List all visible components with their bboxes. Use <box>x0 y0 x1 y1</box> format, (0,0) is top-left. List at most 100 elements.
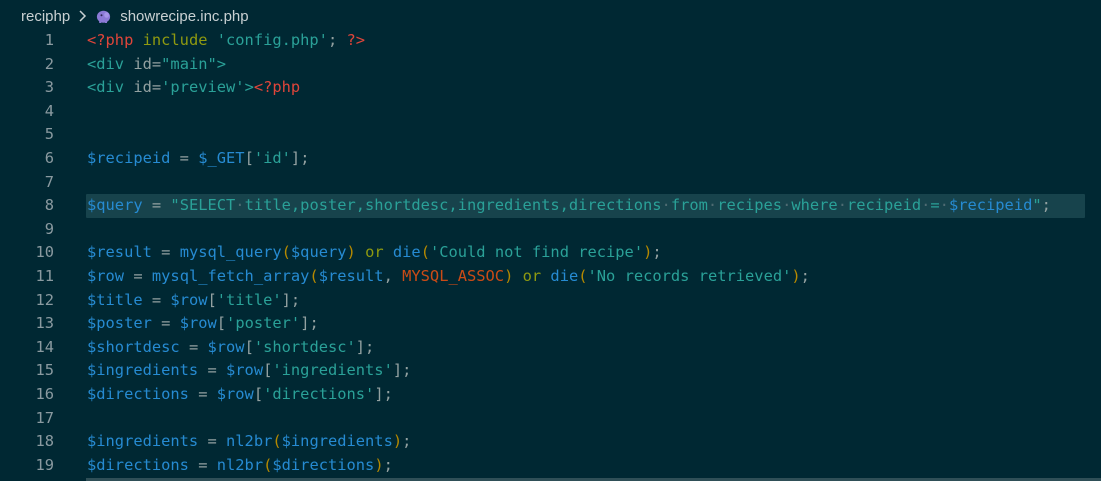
code-token: die <box>550 267 579 285</box>
code-token: ; <box>327 31 347 49</box>
code-token: recipeid <box>846 196 922 215</box>
code-token: = <box>198 432 227 451</box>
code-token: mysql_fetch_array <box>151 267 310 285</box>
code-line[interactable]: 3 <div id='preview'><?php <box>0 76 1101 100</box>
code-token: ) <box>374 455 384 474</box>
code-token: ( <box>281 243 291 262</box>
code-text: $directions = nl2br($directions); <box>87 454 393 478</box>
code-token: · <box>921 196 931 215</box>
code-line[interactable]: 7 <box>0 171 1101 195</box>
code-token: " <box>1032 196 1042 215</box>
code-text: $poster = $row['poster']; <box>87 312 319 336</box>
code-line[interactable]: 5 <box>0 123 1101 147</box>
code-line[interactable]: 12 $title = $row['title']; <box>0 289 1101 313</box>
code-line[interactable]: 15 $ingredients = $row['ingredients']; <box>0 359 1101 383</box>
code-token: 'No records retrieved' <box>587 267 792 285</box>
code-line[interactable]: 8 $query = "SELECT·title,poster,shortdesc… <box>0 194 1101 218</box>
code-token: = <box>198 361 227 380</box>
code-token: $recipeid <box>87 149 171 167</box>
chevron-right-icon <box>78 10 88 22</box>
code-token: = <box>151 243 180 262</box>
code-token: ; <box>1041 196 1051 215</box>
code-line[interactable]: 11 $row = mysql_fetch_array($result, MYSQ… <box>0 265 1101 289</box>
line-number: 5 <box>44 125 54 144</box>
code-text: <div id='preview'><?php <box>87 76 300 100</box>
line-number: 13 <box>35 314 54 333</box>
code-token: 'shortdesc' <box>253 337 356 356</box>
code-token: $recipeid <box>948 196 1033 215</box>
line-number: 12 <box>35 290 54 309</box>
code-token: = <box>124 267 152 285</box>
code-token: ( <box>578 267 588 285</box>
code-token: $row <box>207 337 245 356</box>
code-line[interactable]: 17 <box>0 407 1101 431</box>
code-token: [ <box>263 361 273 380</box>
code-token: title,poster,shortdesc,ingredients,direc… <box>244 196 662 215</box>
code-text: $query = "SELECT·title,poster,shortdesc,… <box>87 194 1051 218</box>
code-line[interactable]: 16 $directions = $row['directions']; <box>0 383 1101 407</box>
line-number: 8 <box>44 196 54 215</box>
code-token: = <box>142 290 171 309</box>
code-text: $title = $row['title']; <box>87 289 300 313</box>
code-line[interactable]: 1 <?php include 'config.php'; ?> <box>0 29 1101 53</box>
code-line[interactable]: 18 $ingredients = nl2br($ingredients); <box>0 430 1101 454</box>
breadcrumb: reciphp showrecipe.inc.php <box>0 0 1101 32</box>
code-text: $ingredients = $row['ingredients']; <box>87 359 411 383</box>
code-line[interactable]: 10 $result = mysql_query($query) or die('… <box>0 241 1101 265</box>
code-token: $ingredients <box>87 432 199 451</box>
code-token: <?php <box>253 78 301 97</box>
code-token: "main" <box>161 54 217 73</box>
code-token: <?php <box>87 31 134 49</box>
code-token: ]; <box>290 149 310 167</box>
code-token: = <box>188 385 217 403</box>
line-number: 16 <box>35 385 54 403</box>
code-line[interactable]: 9 <box>0 218 1101 242</box>
code-token: $row <box>226 361 264 380</box>
code-token: $ingredients <box>281 432 393 451</box>
code-token: · <box>939 196 949 215</box>
code-token: $ingredients <box>87 361 199 380</box>
code-token: [ <box>253 385 264 403</box>
code-line[interactable]: 2 <div id="main"> <box>0 53 1101 77</box>
breadcrumb-file[interactable]: showrecipe.inc.php <box>120 8 248 25</box>
code-line[interactable]: 19 $directions = nl2br($directions); <box>0 454 1101 478</box>
code-line[interactable]: 6 $recipeid = $_GET['id']; <box>0 147 1101 171</box>
code-token: [ <box>244 149 254 167</box>
line-number: 14 <box>35 337 54 356</box>
code-text: $ingredients = nl2br($ingredients); <box>87 430 411 454</box>
code-token: $_GET <box>198 149 245 167</box>
code-token: · <box>837 196 847 215</box>
code-token: > <box>216 54 227 73</box>
code-token: 'id' <box>253 149 291 167</box>
php-elephant-icon <box>96 9 111 24</box>
code-token: ( <box>420 243 430 262</box>
code-token: 'directions' <box>263 385 375 403</box>
code-token: nl2br <box>216 455 264 474</box>
line-number: 6 <box>44 149 54 167</box>
code-token: $directions <box>87 455 189 474</box>
breadcrumb-folder[interactable]: reciphp <box>21 8 70 25</box>
code-token: $poster <box>87 314 152 333</box>
code-token: = <box>170 149 199 167</box>
code-token: 'config.php' <box>216 31 328 49</box>
code-editor[interactable]: 1 <?php include 'config.php'; ?> 2 <div id=… <box>0 30 1101 481</box>
line-number: 9 <box>44 219 54 238</box>
line-number: 17 <box>35 408 54 427</box>
code-token: or <box>513 267 551 285</box>
line-number: 2 <box>44 54 54 73</box>
code-line[interactable]: 14 $shortdesc = $row['shortdesc']; <box>0 336 1101 360</box>
code-line[interactable]: 13 $poster = $row['poster']; <box>0 312 1101 336</box>
code-token: ; <box>652 243 662 262</box>
code-token: ( <box>309 267 319 285</box>
code-line[interactable]: 4 <box>0 100 1101 124</box>
line-number: 7 <box>44 172 54 191</box>
line-number: 3 <box>44 78 54 97</box>
code-text: $row = mysql_fetch_array($result, MYSQL_… <box>87 265 810 289</box>
code-token: ( <box>263 455 273 474</box>
code-token: include <box>133 31 217 49</box>
code-token: = <box>188 455 217 474</box>
code-text: $recipeid = $_GET['id']; <box>87 147 309 171</box>
code-token: $query <box>290 243 347 262</box>
code-token: $row <box>87 267 125 285</box>
code-token: 'preview' <box>161 78 245 97</box>
